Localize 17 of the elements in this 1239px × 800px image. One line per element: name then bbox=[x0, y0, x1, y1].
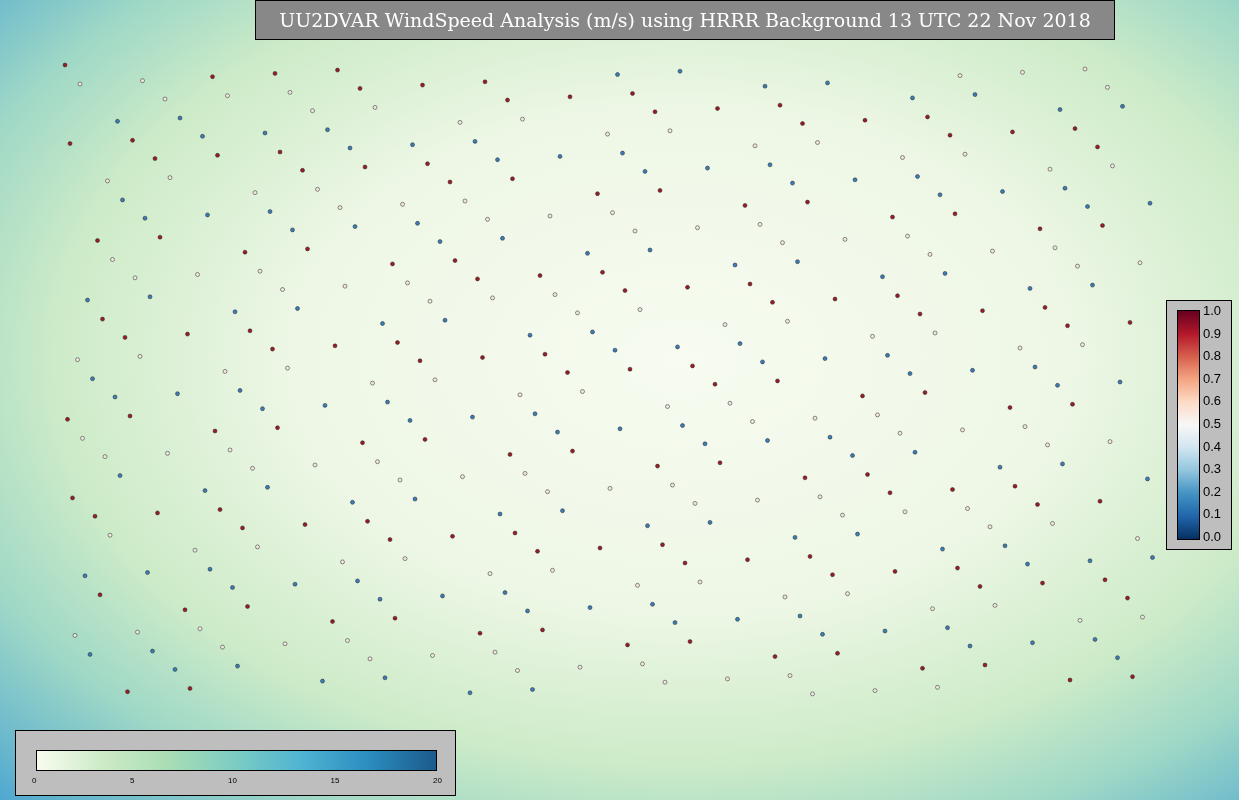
tick-label: 0.8 bbox=[1202, 349, 1221, 364]
tick-label: 0.1 bbox=[1202, 507, 1221, 522]
tick-label: 20 bbox=[433, 776, 442, 786]
tick-label: 0.9 bbox=[1202, 326, 1221, 341]
tick-label: 0.2 bbox=[1202, 484, 1221, 499]
tick-label: 10 bbox=[228, 776, 237, 786]
map-title: UU2DVAR WindSpeed Analysis (m/s) using HRRR Background 13 UTC 22 Nov 2018 bbox=[255, 0, 1115, 40]
tick-label: 0.6 bbox=[1202, 394, 1221, 409]
tick-label: 0.5 bbox=[1202, 416, 1221, 431]
tick-label: 1.0 bbox=[1202, 304, 1221, 318]
tick-label: 0.7 bbox=[1202, 371, 1221, 386]
tick-label: 5 bbox=[130, 776, 135, 786]
tick-label: 0.3 bbox=[1202, 462, 1221, 477]
tick-label: 0.4 bbox=[1202, 439, 1221, 454]
tick-label: 15 bbox=[330, 776, 340, 786]
tick-label: 0 bbox=[32, 776, 37, 786]
tick-label: 0.0 bbox=[1202, 529, 1221, 544]
